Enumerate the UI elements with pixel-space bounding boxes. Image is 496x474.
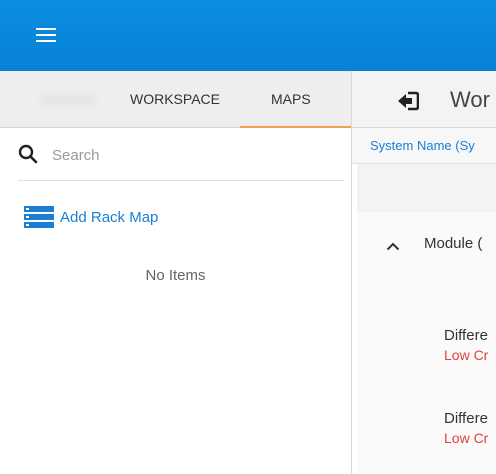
top-app-bar <box>0 0 496 71</box>
empty-state-text: No Items <box>145 267 206 284</box>
search-input[interactable] <box>52 144 322 166</box>
list-item-status: Low Cr <box>444 430 489 446</box>
system-name-label: System Name (Sy <box>370 138 475 153</box>
left-panel: WORKSPACE MAPS Add Rack Map No Items <box>0 71 352 474</box>
list-item-title[interactable]: Differe <box>444 327 488 344</box>
exit-icon[interactable] <box>397 90 419 112</box>
workspace-panel: Wor System Name (Sy Module ( Differe Low… <box>352 71 496 474</box>
list-item-status: Low Cr <box>444 347 489 363</box>
search-underline <box>18 180 344 181</box>
rack-list-icon <box>24 206 54 228</box>
blurred-tab <box>40 94 96 106</box>
add-rack-map-button[interactable]: Add Rack Map <box>24 205 158 229</box>
panel-tabs: WORKSPACE MAPS <box>0 71 351 128</box>
workspace-header: Wor <box>352 71 496 128</box>
tab-workspace[interactable]: WORKSPACE <box>130 91 220 107</box>
add-rack-map-label: Add Rack Map <box>60 208 159 226</box>
chevron-up-icon[interactable] <box>386 241 400 251</box>
module-title[interactable]: Module ( <box>424 235 482 252</box>
system-name-column[interactable]: System Name (Sy <box>352 128 496 164</box>
detail-header <box>357 164 496 212</box>
search-bar <box>0 128 351 180</box>
workspace-title: Wor <box>450 87 490 112</box>
search-icon[interactable] <box>18 144 38 164</box>
hamburger-menu-icon[interactable] <box>36 27 56 43</box>
tab-maps[interactable]: MAPS <box>271 91 311 107</box>
list-item-title[interactable]: Differe <box>444 410 488 427</box>
